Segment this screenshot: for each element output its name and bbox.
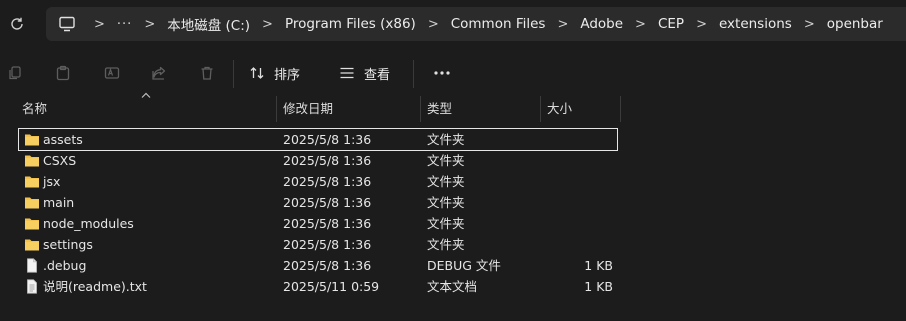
toolbar-divider bbox=[233, 60, 234, 88]
file-size bbox=[539, 234, 613, 255]
file-name: main bbox=[43, 195, 75, 210]
toolbar-divider bbox=[413, 60, 414, 88]
folder-icon bbox=[25, 239, 39, 251]
column-divider[interactable] bbox=[276, 96, 277, 122]
file-modified: 2025/5/8 1:36 bbox=[283, 216, 372, 231]
file-type: 文件夹 bbox=[427, 195, 465, 210]
file-type: 文件夹 bbox=[427, 132, 465, 147]
file-type: DEBUG 文件 bbox=[427, 258, 501, 273]
file-size: 1 KB bbox=[584, 258, 613, 273]
file-size bbox=[539, 150, 613, 171]
file-modified: 2025/5/8 1:36 bbox=[283, 258, 372, 273]
file-modified: 2025/5/11 0:59 bbox=[283, 279, 380, 294]
sort-ascending-icon bbox=[141, 92, 151, 98]
chevron-right-icon: > bbox=[557, 16, 569, 32]
breadcrumb-overflow[interactable]: ··· bbox=[117, 17, 132, 32]
breadcrumb-item[interactable]: Adobe bbox=[580, 16, 623, 32]
paste-icon[interactable] bbox=[52, 62, 74, 84]
breadcrumb-item[interactable]: openbar bbox=[827, 16, 883, 32]
folder-icon bbox=[25, 197, 39, 209]
file-type: 文本文档 bbox=[427, 279, 478, 294]
delete-icon[interactable] bbox=[196, 62, 218, 84]
sort-label: 排序 bbox=[274, 67, 301, 83]
view-button[interactable]: 查看 bbox=[339, 62, 390, 84]
chevron-right-icon: > bbox=[803, 16, 815, 32]
chevron-right-icon: > bbox=[696, 16, 707, 32]
file-name: settings bbox=[43, 237, 93, 252]
chevron-right-icon: > bbox=[262, 16, 273, 32]
column-divider[interactable] bbox=[620, 96, 621, 122]
chevron-right-icon: > bbox=[635, 16, 646, 32]
chevron-right-icon: > bbox=[427, 16, 439, 32]
file-name: node_modules bbox=[43, 216, 134, 231]
file-modified: 2025/5/8 1:36 bbox=[283, 153, 372, 168]
file-size bbox=[539, 213, 613, 234]
column-header-row: 名称 修改日期 类型 大小 bbox=[0, 92, 906, 122]
address-bar: > ··· > 本地磁盘 (C:) > Program Files (x86) … bbox=[0, 0, 906, 50]
column-divider[interactable] bbox=[540, 96, 541, 122]
view-list-icon bbox=[340, 67, 354, 79]
column-header-modified[interactable]: 修改日期 bbox=[283, 96, 333, 122]
rename-icon[interactable] bbox=[101, 62, 123, 84]
chevron-right-icon: > bbox=[94, 16, 105, 32]
file-row[interactable]: settings 2025/5/8 1:36 文件夹 bbox=[19, 234, 617, 255]
file-row[interactable]: node_modules 2025/5/8 1:36 文件夹 bbox=[19, 213, 617, 234]
folder-icon bbox=[25, 155, 39, 167]
folder-icon bbox=[25, 134, 39, 146]
file-name: jsx bbox=[43, 174, 61, 189]
file-size bbox=[539, 129, 613, 150]
breadcrumb[interactable]: > ··· > 本地磁盘 (C:) > Program Files (x86) … bbox=[46, 7, 906, 41]
breadcrumb-item[interactable]: CEP bbox=[658, 16, 684, 32]
file-modified: 2025/5/8 1:36 bbox=[283, 132, 372, 147]
refresh-icon[interactable] bbox=[6, 12, 28, 36]
more-options-icon[interactable] bbox=[431, 62, 453, 84]
file-type: 文件夹 bbox=[427, 174, 465, 189]
file-row[interactable]: CSXS 2025/5/8 1:36 文件夹 bbox=[19, 150, 617, 171]
file-modified: 2025/5/8 1:36 bbox=[283, 174, 372, 189]
file-row[interactable]: main 2025/5/8 1:36 文件夹 bbox=[19, 192, 617, 213]
breadcrumb-item[interactable]: Program Files (x86) bbox=[285, 16, 416, 32]
command-bar: 排序 查看 bbox=[0, 50, 906, 96]
column-header-size[interactable]: 大小 bbox=[547, 96, 572, 122]
breadcrumb-item[interactable]: extensions bbox=[719, 16, 792, 32]
column-header-name[interactable]: 名称 bbox=[22, 96, 47, 122]
file-type: 文件夹 bbox=[427, 153, 465, 168]
chevron-right-icon: > bbox=[144, 16, 156, 32]
copy-icon[interactable] bbox=[4, 62, 26, 84]
file-type: 文件夹 bbox=[427, 237, 465, 252]
file-modified: 2025/5/8 1:36 bbox=[283, 195, 372, 210]
sort-button[interactable]: 排序 bbox=[249, 62, 300, 84]
file-name: assets bbox=[43, 132, 83, 147]
file-name: CSXS bbox=[43, 153, 77, 168]
file-row[interactable]: 说明(readme).txt 2025/5/11 0:59 文本文档 1 KB bbox=[19, 276, 617, 297]
view-label: 查看 bbox=[364, 67, 391, 83]
sort-icon bbox=[250, 67, 264, 79]
file-row[interactable]: jsx 2025/5/8 1:36 文件夹 bbox=[19, 171, 617, 192]
folder-icon bbox=[25, 176, 39, 188]
file-type: 文件夹 bbox=[427, 216, 465, 231]
file-icon bbox=[27, 258, 37, 273]
column-header-type[interactable]: 类型 bbox=[427, 96, 452, 122]
file-name: .debug bbox=[43, 258, 87, 273]
computer-icon[interactable] bbox=[56, 13, 78, 35]
file-name: 说明(readme).txt bbox=[43, 279, 147, 294]
breadcrumb-item[interactable]: 本地磁盘 (C:) bbox=[167, 14, 250, 34]
breadcrumb-item[interactable]: Common Files bbox=[451, 16, 546, 32]
folder-icon bbox=[25, 218, 39, 230]
file-size bbox=[539, 171, 613, 192]
file-modified: 2025/5/8 1:36 bbox=[283, 237, 372, 252]
file-row[interactable]: assets 2025/5/8 1:36 文件夹 bbox=[18, 128, 618, 151]
share-icon[interactable] bbox=[148, 62, 170, 84]
text-file-icon bbox=[27, 279, 37, 294]
file-row[interactable]: .debug 2025/5/8 1:36 DEBUG 文件 1 KB bbox=[19, 255, 617, 276]
file-size bbox=[539, 192, 613, 213]
column-divider[interactable] bbox=[420, 96, 421, 122]
file-size: 1 KB bbox=[584, 279, 613, 294]
